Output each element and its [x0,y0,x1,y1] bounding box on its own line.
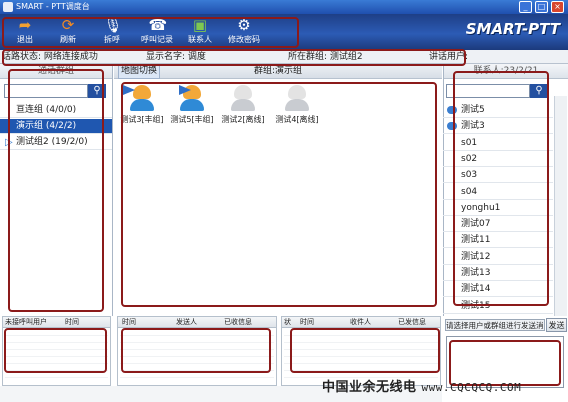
watermark-url: www.CQCQCQ.COM [421,381,522,394]
annotation-status-box [2,49,466,66]
title-bar: SMART - PTT调度台 [0,0,568,14]
annotation-contacts-box [453,71,549,306]
watermark: 中国业余无线电 www.CQCQCQ.COM [322,376,521,395]
watermark-cn: 中国业余无线电 [322,380,417,395]
close-button[interactable]: × [551,1,564,13]
group-tabs: 地图切换 群组:演示组 [114,64,442,79]
received-message-header: 已收信息 [224,318,252,326]
group-title: 群组:演示组 [254,66,303,76]
app-icon [3,2,13,12]
sent-time-header: 时间 [300,318,314,326]
sent-recipient-header: 收件人 [350,318,371,326]
missed-time-header: 时间 [65,318,79,326]
sent-status-header: 状 [284,318,291,326]
send-target-hint: 请选择用户或群组进行发送消息 [445,319,545,331]
received-time-header: 时间 [122,318,136,326]
minimize-button[interactable]: _ [519,1,532,13]
contact-scrollbar[interactable] [554,96,567,316]
annotation-sent-box [290,328,440,373]
annotation-received-box [121,328,271,373]
sent-message-header: 已发信息 [398,318,426,326]
map-switch-tab[interactable]: 地图切换 [118,64,161,79]
missed-user-header: 未接呼叫用户 [5,318,47,326]
annotation-toolbar-box [2,17,299,48]
window-title: SMART - PTT调度台 [16,2,90,11]
annotation-group-box [8,69,104,312]
received-sender-header: 发送人 [176,318,197,326]
send-button[interactable]: 发送 [546,318,567,332]
annotation-missed-box [4,328,107,373]
brand-logo: SMART-PTT [465,20,560,38]
annotation-member-box [121,82,437,307]
maximize-button[interactable]: □ [535,1,548,13]
